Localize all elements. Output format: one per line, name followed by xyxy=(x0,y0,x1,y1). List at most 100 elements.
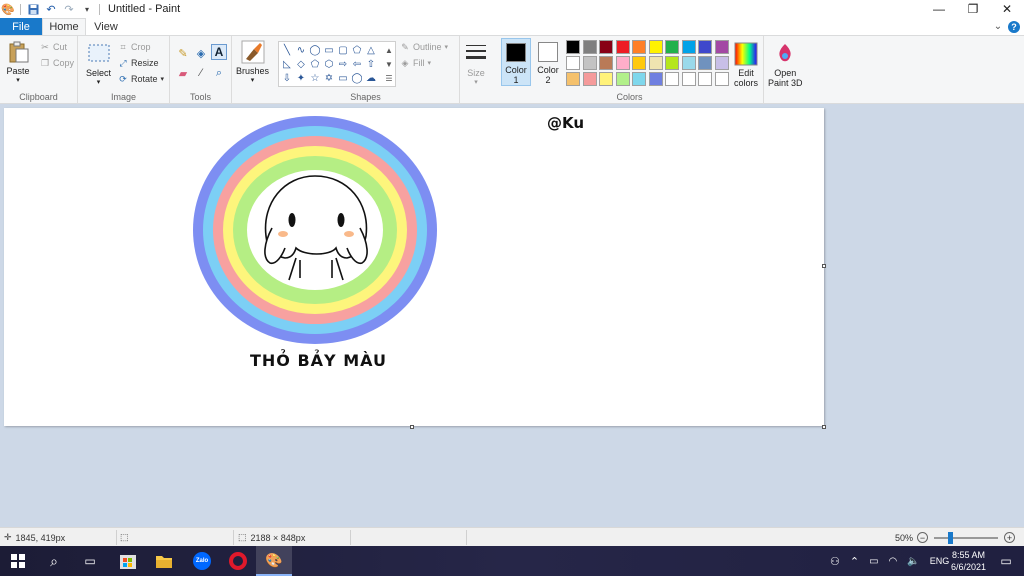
palette-swatch[interactable] xyxy=(714,72,729,86)
triangle-shape-icon[interactable]: △ xyxy=(365,44,377,56)
line-shape-icon[interactable]: ╲ xyxy=(281,44,293,56)
cut-button[interactable]: ✂ Cut xyxy=(40,42,67,53)
rotate-button[interactable]: ⟳ Rotate ▾ xyxy=(118,74,164,85)
zoom-slider[interactable] xyxy=(934,531,999,544)
zoom-slider-thumb[interactable] xyxy=(948,531,954,544)
wifi-icon[interactable]: ◠ xyxy=(889,556,898,567)
resize-handle-bottom[interactable] xyxy=(410,425,414,429)
taskbar-opera[interactable] xyxy=(220,546,256,576)
expand-gallery-icon[interactable]: ☰ xyxy=(383,72,395,84)
palette-swatch[interactable] xyxy=(714,40,729,54)
four-point-star-shape-icon[interactable]: ✦ xyxy=(295,72,307,84)
drawing-canvas[interactable]: @Ku THỎ BẢY MÀU xyxy=(4,108,824,426)
text-icon[interactable]: A xyxy=(211,44,227,60)
palette-swatch[interactable] xyxy=(582,56,597,70)
input-language[interactable]: ENG xyxy=(930,556,950,566)
paste-button[interactable]: Paste ▾ xyxy=(6,40,30,84)
pencil-icon[interactable]: ✎ xyxy=(176,46,190,60)
palette-swatch[interactable] xyxy=(665,56,679,70)
task-view-button[interactable]: ▭ xyxy=(72,546,108,576)
palette-swatch[interactable] xyxy=(566,72,580,86)
hexagon-shape-icon[interactable]: ⬡ xyxy=(323,58,335,70)
taskbar-paint[interactable]: 🎨 xyxy=(256,546,292,576)
five-point-star-shape-icon[interactable]: ☆ xyxy=(309,72,321,84)
resize-button[interactable]: ⤢ Resize xyxy=(118,58,158,69)
down-arrow-shape-icon[interactable]: ⇩ xyxy=(281,72,293,84)
palette-swatch[interactable] xyxy=(615,40,630,54)
palette-swatch[interactable] xyxy=(599,56,613,70)
palette-swatch[interactable] xyxy=(582,40,597,54)
close-button[interactable]: ✕ xyxy=(990,0,1024,18)
palette-swatch[interactable] xyxy=(698,40,712,54)
left-arrow-shape-icon[interactable]: ⇦ xyxy=(351,58,363,70)
zoom-in-button[interactable]: + xyxy=(1004,532,1016,543)
palette-swatch[interactable] xyxy=(599,40,613,54)
customize-quick-access-icon[interactable]: ▾ xyxy=(81,3,93,15)
palette-swatch[interactable] xyxy=(698,56,712,70)
taskbar-zalo[interactable]: Zalo xyxy=(184,546,220,576)
palette-swatch[interactable] xyxy=(648,56,663,70)
undo-icon[interactable]: ↶ xyxy=(45,3,57,16)
six-point-star-shape-icon[interactable]: ✡ xyxy=(323,72,335,84)
palette-swatch[interactable] xyxy=(648,72,663,86)
polygon-shape-icon[interactable]: ⬠ xyxy=(351,44,363,56)
palette-swatch[interactable] xyxy=(615,56,630,70)
magnifier-icon[interactable]: ⌕ xyxy=(212,66,226,80)
palette-swatch[interactable] xyxy=(681,56,696,70)
resize-handle-corner[interactable] xyxy=(822,425,826,429)
color1-button[interactable]: Color 1 xyxy=(501,38,531,86)
paint-app-icon[interactable]: 🎨 xyxy=(1,3,15,16)
search-button[interactable]: ⌕ xyxy=(36,546,72,576)
palette-swatch[interactable] xyxy=(582,72,597,86)
palette-swatch[interactable] xyxy=(632,40,646,54)
tab-file[interactable]: File xyxy=(0,18,42,35)
copy-button[interactable]: ❐ Copy xyxy=(40,58,74,69)
palette-swatch[interactable] xyxy=(714,56,729,70)
volume-icon[interactable]: 🔈 xyxy=(907,556,919,567)
scroll-down-icon[interactable]: ▼ xyxy=(383,58,395,70)
palette-swatch[interactable] xyxy=(665,72,679,86)
callout-rect-shape-icon[interactable]: ▭ xyxy=(337,72,349,84)
battery-icon[interactable]: ▭ xyxy=(869,556,878,567)
taskbar-file-explorer[interactable] xyxy=(146,546,182,576)
palette-swatch[interactable] xyxy=(615,72,630,86)
rounded-rectangle-shape-icon[interactable]: ▢ xyxy=(337,44,349,56)
redo-icon[interactable]: ↷ xyxy=(63,3,75,16)
diamond-shape-icon[interactable]: ◇ xyxy=(295,58,307,70)
fill-bucket-icon[interactable]: ◈ xyxy=(194,46,208,60)
pentagon-shape-icon[interactable]: ⬠ xyxy=(309,58,321,70)
select-button[interactable]: Select ▾ xyxy=(86,42,111,86)
color-picker-icon[interactable]: ⁄ xyxy=(194,66,208,80)
outline-button[interactable]: ✎ Outline ▾ xyxy=(400,42,448,53)
eraser-icon[interactable]: ▰ xyxy=(176,66,190,80)
crop-button[interactable]: ⌗ Crop xyxy=(118,42,150,53)
open-paint3d-button[interactable]: Open Paint 3D xyxy=(768,42,803,88)
show-hidden-icons-icon[interactable]: ⌃ xyxy=(850,555,859,568)
collapse-ribbon-icon[interactable]: ⌄ xyxy=(992,21,1004,33)
curve-shape-icon[interactable]: ∿ xyxy=(295,44,307,56)
palette-swatch[interactable] xyxy=(632,56,646,70)
palette-swatch[interactable] xyxy=(698,72,712,86)
palette-swatch[interactable] xyxy=(566,40,580,54)
help-icon[interactable]: ? xyxy=(1008,20,1020,33)
palette-swatch[interactable] xyxy=(681,40,696,54)
taskbar-app-store[interactable] xyxy=(110,546,146,576)
notifications-button[interactable]: ▭ xyxy=(988,546,1024,576)
right-arrow-shape-icon[interactable]: ⇨ xyxy=(337,58,349,70)
edit-colors-button[interactable]: Edit colors xyxy=(734,42,758,88)
size-button[interactable]: Size ▾ xyxy=(464,42,488,86)
palette-swatch[interactable] xyxy=(599,72,613,86)
right-triangle-shape-icon[interactable]: ◺ xyxy=(281,58,293,70)
callout-cloud-shape-icon[interactable]: ☁ xyxy=(365,72,377,84)
resize-handle-right[interactable] xyxy=(822,264,826,268)
palette-swatch[interactable] xyxy=(681,72,696,86)
rectangle-shape-icon[interactable]: ▭ xyxy=(323,44,335,56)
zoom-out-button[interactable]: − xyxy=(917,532,929,543)
callout-oval-shape-icon[interactable]: ◯ xyxy=(351,72,363,84)
brushes-button[interactable]: Brushes ▾ xyxy=(236,40,269,84)
restore-button[interactable]: ❐ xyxy=(956,0,990,18)
fill-button[interactable]: ◈ Fill ▾ xyxy=(400,58,431,69)
color2-button[interactable]: Color 2 xyxy=(533,38,563,86)
save-icon[interactable] xyxy=(27,3,39,15)
palette-swatch[interactable] xyxy=(648,40,663,54)
